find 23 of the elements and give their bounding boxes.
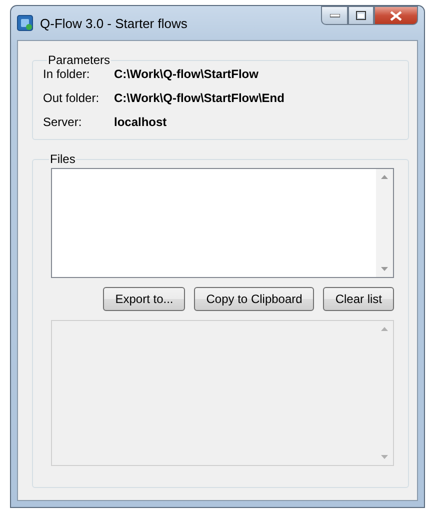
close-button[interactable]: [374, 6, 418, 25]
minimize-icon: [330, 14, 340, 18]
field-value: localhost: [114, 115, 167, 129]
maximize-icon: [356, 11, 366, 20]
action-button[interactable]: Export to...: [103, 287, 186, 311]
field-value: C:\Work\Q-flow\StartFlow\End: [114, 91, 284, 105]
close-icon: [390, 10, 402, 20]
scrollbar[interactable]: [376, 169, 393, 277]
field-label: In folder:: [43, 67, 91, 81]
app-icon: [17, 15, 33, 31]
scroll-down-icon[interactable]: [381, 267, 388, 271]
minimize-button[interactable]: [321, 6, 348, 25]
action-button[interactable]: Copy to Clipboard: [194, 287, 314, 311]
scroll-up-icon[interactable]: [381, 175, 388, 179]
maximize-button[interactable]: [348, 6, 374, 25]
field-label: Out folder:: [43, 91, 100, 105]
field-value: C:\Work\Q-flow\StartFlow: [114, 67, 258, 81]
group-title: Files: [49, 152, 76, 166]
group-title: Parameters: [47, 53, 112, 67]
files-list[interactable]: [51, 168, 394, 278]
field-label: Server:: [43, 115, 83, 129]
action-button[interactable]: Clear list: [323, 287, 394, 311]
window-title: Q-Flow 3.0 - Starter flows: [40, 16, 188, 30]
